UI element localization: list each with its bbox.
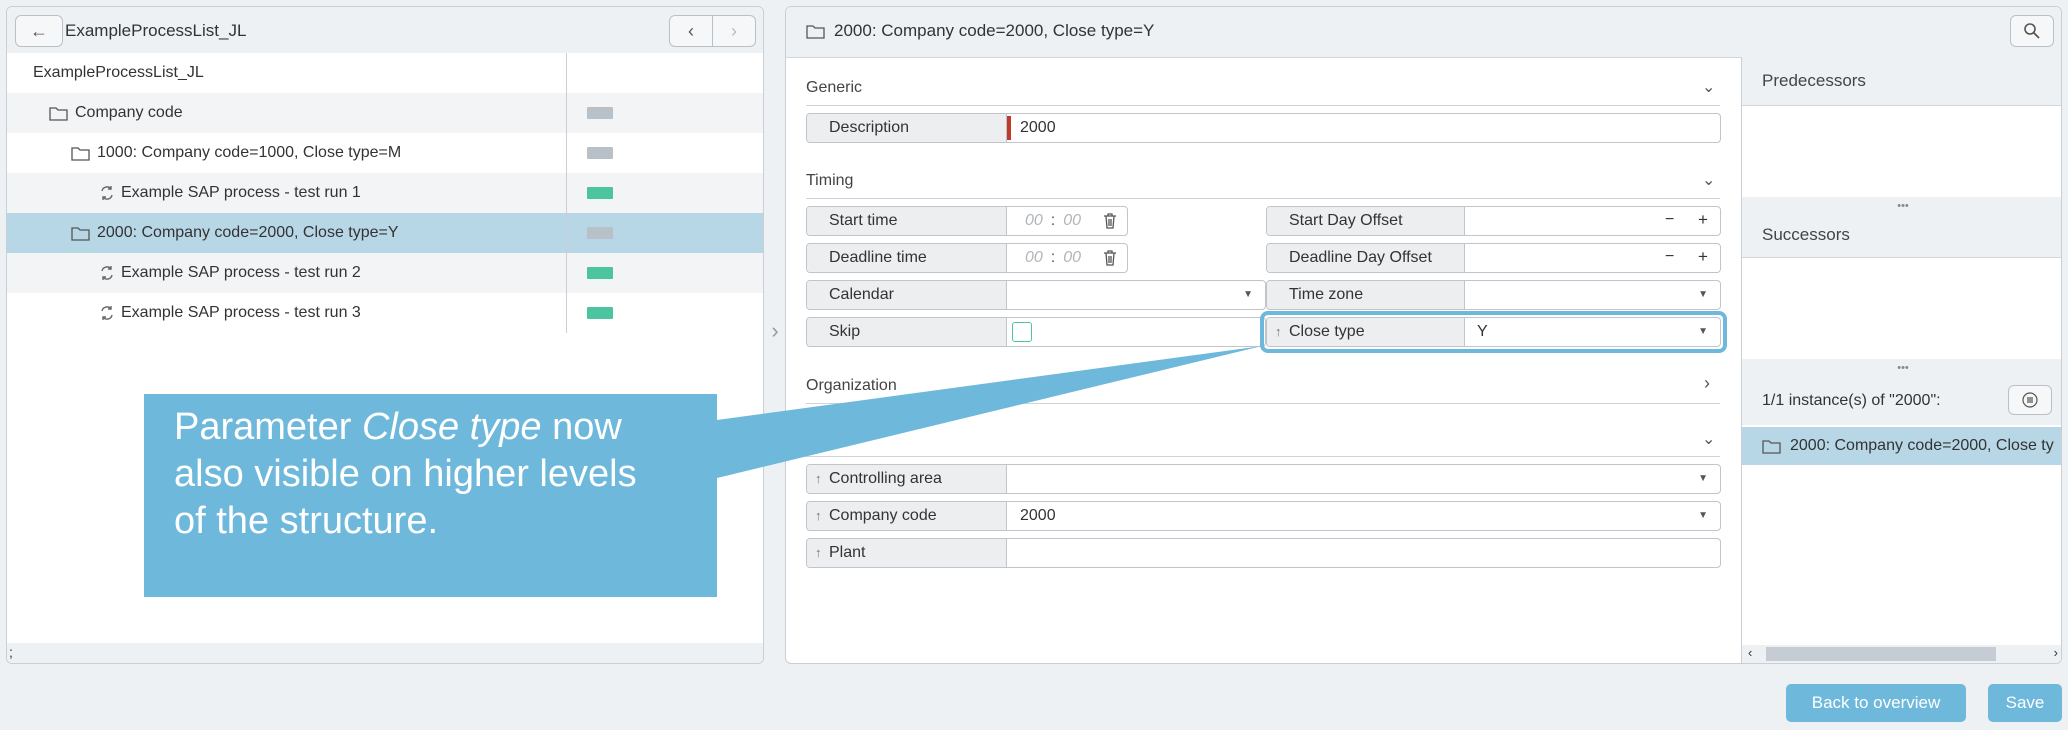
callout-line-1: Parameter Close type now xyxy=(174,406,622,448)
callout-pointer xyxy=(717,346,1262,478)
annotation-callout: Parameter Close type now also visible on… xyxy=(144,394,717,597)
callout-line-3: of the structure. xyxy=(174,500,439,542)
save-button[interactable]: Save xyxy=(1988,684,2062,722)
back-to-overview-button[interactable]: Back to overview xyxy=(1786,684,1966,722)
callout-line-2: also visible on higher levels xyxy=(174,453,637,495)
